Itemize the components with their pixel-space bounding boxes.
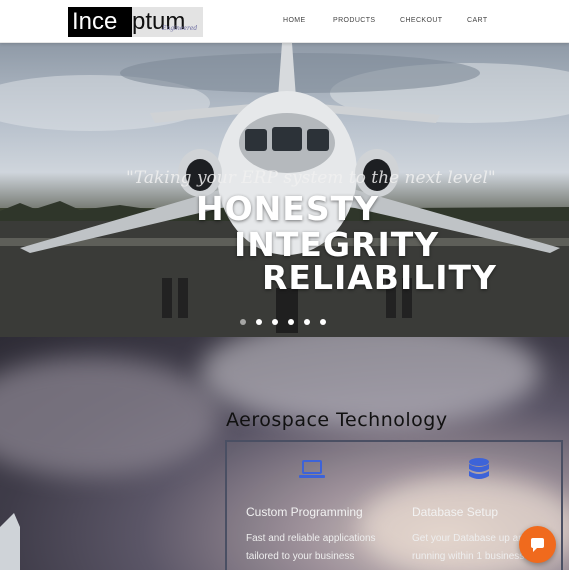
laptop-icon	[299, 460, 325, 478]
nav-products[interactable]: PRODUCTS	[333, 17, 375, 24]
service-text-line: Fast and reliable applications	[246, 533, 376, 544]
logo-part1: Ince	[68, 7, 132, 37]
service-text-line: tailored to your business	[246, 551, 355, 562]
slider-dot[interactable]	[304, 319, 310, 325]
slider-dot[interactable]	[256, 319, 262, 325]
hero-line-honesty: HONESTY	[196, 189, 380, 228]
logo-part2: ptum Engineered	[132, 7, 203, 37]
service-text-custom-programming: Fast and reliable applications tailored …	[246, 530, 376, 566]
nav-cart[interactable]: CART	[467, 17, 488, 24]
logo-tagline: Engineered	[162, 25, 198, 32]
services-panel: Custom Programming Fast and reliable app…	[225, 440, 563, 570]
service-text-line: running within 1 business	[412, 551, 525, 562]
slider-dot[interactable]	[320, 319, 326, 325]
hero-quote: "Taking your ERP system to the next leve…	[126, 168, 496, 188]
section-title: Aerospace Technology	[226, 409, 448, 431]
nav-checkout[interactable]: CHECKOUT	[400, 17, 442, 24]
cloud-decoration	[0, 357, 220, 477]
slider-dots	[240, 319, 326, 325]
slider-dot[interactable]	[240, 319, 246, 325]
slider-dot[interactable]	[272, 319, 278, 325]
database-icon	[469, 458, 489, 479]
nav-home[interactable]: HOME	[283, 17, 306, 24]
site-header: Ince ptum Engineered HOME PRODUCTS CHECK…	[0, 0, 569, 43]
chat-icon	[531, 538, 544, 552]
service-text-line: Get your Database up and	[412, 533, 530, 544]
hero-slider: "Taking your ERP system to the next leve…	[0, 43, 569, 337]
brand-logo[interactable]: Ince ptum Engineered	[68, 7, 203, 37]
service-title-database-setup: Database Setup	[412, 505, 499, 519]
service-title-custom-programming: Custom Programming	[246, 505, 363, 519]
slider-dot[interactable]	[288, 319, 294, 325]
aerospace-section: Aerospace Technology Custom Programming …	[0, 337, 569, 570]
aircraft-nose-image	[0, 513, 20, 570]
chat-button[interactable]	[519, 526, 556, 563]
hero-line-reliability: RELIABILITY	[262, 258, 497, 297]
service-text-database-setup: Get your Database up and running within …	[412, 530, 529, 566]
